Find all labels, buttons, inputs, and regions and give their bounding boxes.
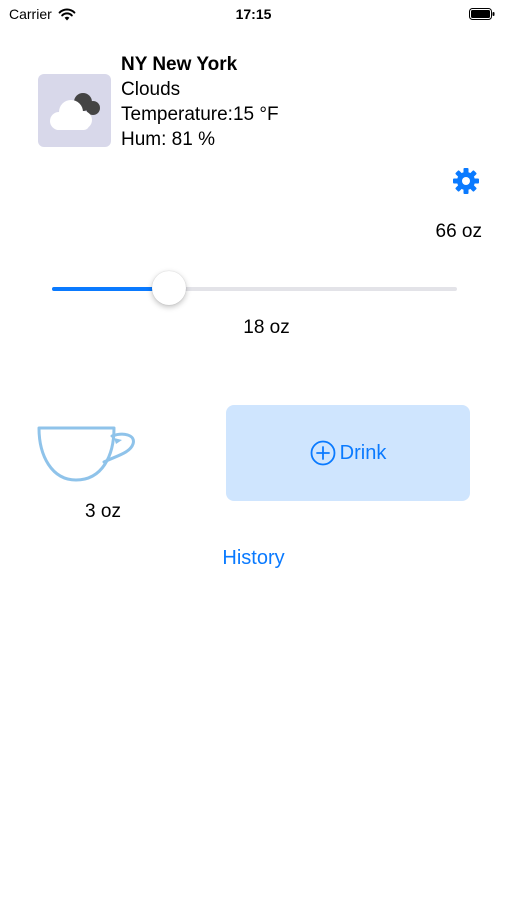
plus-circle-icon: [310, 440, 336, 466]
history-link[interactable]: History: [0, 547, 507, 570]
slider-value-label: 18 oz: [243, 317, 290, 338]
gear-icon[interactable]: [452, 167, 480, 195]
drink-button[interactable]: Drink: [226, 405, 470, 501]
weather-condition: Clouds: [121, 79, 181, 100]
status-time: 17:15: [235, 6, 272, 22]
temperature-label: Temperature:15 °F: [121, 104, 279, 125]
humidity-label: Hum: 81 %: [121, 129, 215, 150]
weather-thumbnail: [38, 74, 111, 147]
city-name: NY New York: [121, 54, 238, 75]
drink-button-label: Drink: [339, 441, 387, 464]
intake-slider-thumb[interactable]: [152, 271, 187, 305]
daily-goal-value: 66 oz: [435, 221, 482, 242]
clouds-icon: [49, 92, 100, 130]
battery-icon: [469, 8, 495, 20]
weather-info: NY New York Clouds Temperature:15 °F Hum…: [121, 52, 279, 152]
cup-icon[interactable]: [36, 422, 138, 486]
cup-size-label: 3 oz: [85, 501, 121, 522]
